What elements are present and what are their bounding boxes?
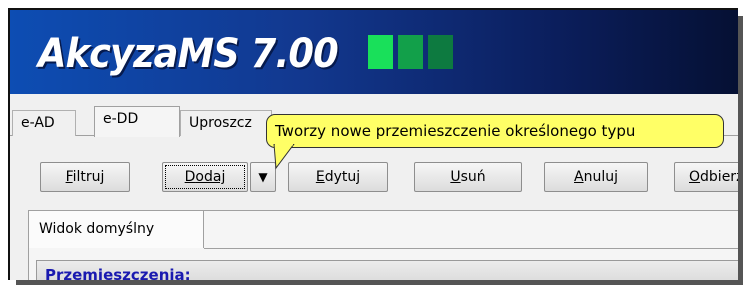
add-button-rest: odaj	[195, 169, 226, 185]
tab-e-ad[interactable]: e-AD	[12, 110, 76, 136]
tab-uproszczone[interactable]: Uproszcz	[180, 110, 272, 136]
delete-button-key: U	[450, 169, 461, 185]
view-tab-divider	[204, 248, 738, 249]
frame-shadow-bottom	[16, 280, 743, 285]
receive-button[interactable]: Odbierz	[674, 162, 738, 192]
logo-block-2	[398, 35, 423, 69]
add-button-key: D	[184, 169, 196, 185]
tooltip-pointer	[273, 144, 295, 170]
filter-button-rest: iltruj	[72, 169, 105, 185]
delete-button[interactable]: Usuń	[414, 162, 522, 192]
cancel-button[interactable]: Anuluj	[544, 162, 648, 192]
app-window: AkcyzaMS 7.00 e-AD e-DD Uproszcz Filtruj…	[8, 8, 738, 280]
frame-shadow-right	[738, 16, 743, 282]
logo-block-3	[428, 35, 453, 69]
receive-button-rest: dbierz	[700, 169, 738, 185]
title-banner: AkcyzaMS 7.00	[10, 10, 738, 94]
delete-button-rest: suń	[460, 169, 486, 185]
add-button[interactable]: Dodaj	[162, 162, 248, 192]
receive-button-key: O	[689, 169, 701, 185]
logo-block-1	[368, 35, 393, 69]
edit-button-key: E	[315, 169, 325, 185]
filter-button[interactable]: Filtruj	[40, 162, 130, 192]
cancel-button-key: A	[574, 169, 584, 185]
chevron-down-icon: ▼	[258, 170, 268, 184]
tab-default-view[interactable]: Widok domyślny	[28, 210, 204, 248]
filter-button-key: F	[65, 169, 73, 185]
edit-button-rest: dytuj	[324, 169, 361, 185]
section-header-movements: Przemieszczenia:	[36, 260, 738, 280]
cancel-button-rest: nuluj	[583, 169, 618, 185]
app-title: AkcyzaMS 7.00	[38, 31, 339, 77]
tab-e-dd[interactable]: e-DD	[94, 106, 180, 137]
tooltip: Tworzy nowe przemieszczenie określonego …	[266, 114, 724, 148]
